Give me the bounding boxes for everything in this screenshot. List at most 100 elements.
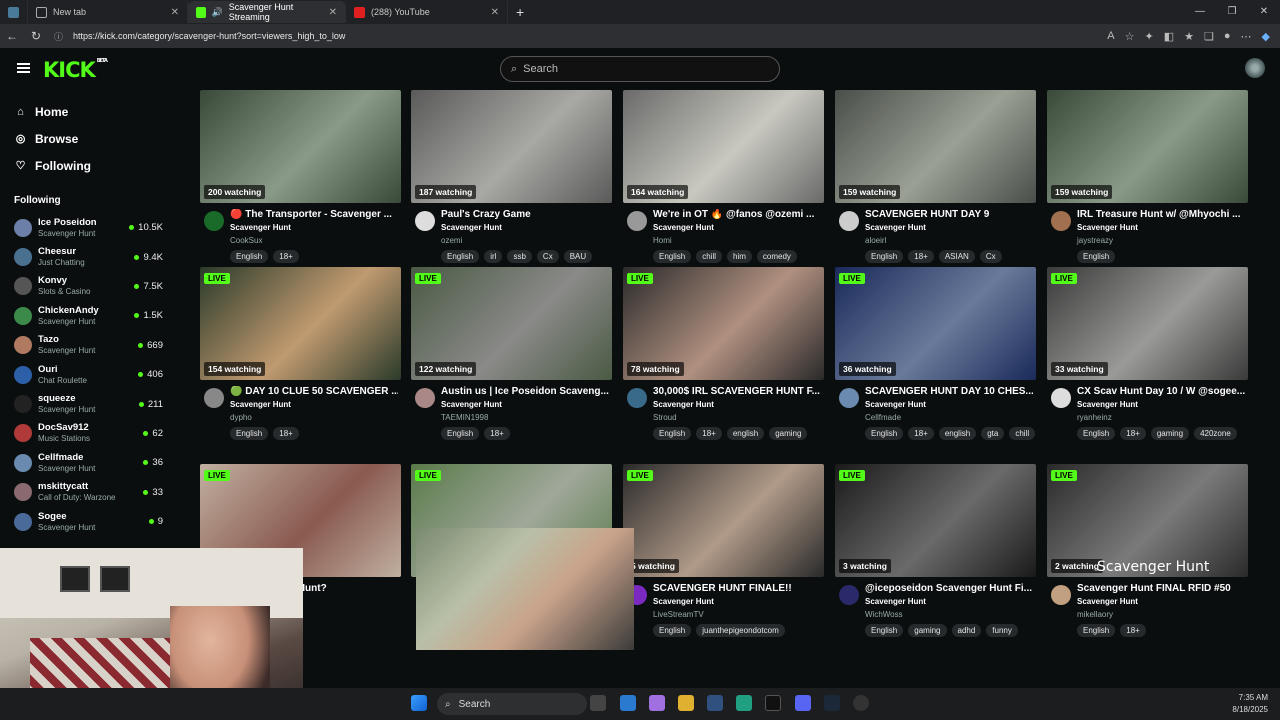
browser-tab-kick[interactable]: 🔊 Scavenger Hunt Streaming ✕ (188, 1, 346, 23)
stream-thumbnail[interactable]: LIVE 3 watching (835, 464, 1036, 577)
stream-channel[interactable]: Cellfmade (865, 413, 901, 422)
close-icon[interactable]: ✕ (329, 7, 337, 18)
channel-avatar[interactable] (1051, 585, 1071, 605)
edge-active-icon[interactable] (736, 695, 752, 711)
tiktok-icon[interactable] (765, 695, 781, 711)
channel-avatar[interactable] (415, 211, 435, 231)
stream-tag[interactable]: English (865, 624, 904, 637)
stream-thumbnail[interactable]: 164 watching (623, 90, 824, 203)
stream-tag[interactable]: English (653, 250, 692, 263)
stream-tag[interactable]: english (938, 427, 977, 440)
following-channel[interactable]: ChickenAndy Scavenger Hunt 1.5K (3, 301, 179, 330)
store-icon[interactable] (707, 695, 723, 711)
stream-card[interactable]: LIVE 122 watching Austin us | Ice Poseid… (411, 267, 612, 448)
stream-tag[interactable]: 420zone (1194, 427, 1237, 440)
stream-tag[interactable]: English (441, 427, 480, 440)
obs-icon[interactable] (853, 695, 869, 711)
stream-title[interactable]: CX Scav Hunt Day 10 / W @sogee... (1077, 386, 1245, 397)
system-tray-clock[interactable]: 7:35 AM 8/18/2025 (1232, 692, 1268, 716)
url-field[interactable]: https://kick.com/category/scavenger-hunt… (73, 31, 345, 41)
stream-tag[interactable]: ASIAN (938, 250, 975, 263)
stream-title[interactable]: 30,000$ IRL SCAVENGER HUNT F... (653, 386, 821, 397)
browser-tab-youtube[interactable]: (288) YouTube ✕ (346, 1, 508, 23)
following-channel[interactable]: Ice Poseidon Scavenger Hunt 10.5K (3, 213, 179, 242)
stream-category[interactable]: Scavenger Hunt (1077, 400, 1138, 409)
stream-tag[interactable]: English (1077, 624, 1116, 637)
channel-avatar[interactable] (839, 211, 859, 231)
following-channel[interactable]: squeeze Scavenger Hunt 211 (3, 389, 179, 418)
stream-title[interactable]: We're in OT 🔥 @fanos @ozemi ... (653, 209, 821, 220)
stream-title[interactable]: SCAVENGER HUNT DAY 10 CHES... (865, 386, 1033, 397)
stream-title[interactable]: @iceposeidon Scavenger Hunt Fi... (865, 583, 1033, 594)
following-channel[interactable]: DocSav912 Music Stations 62 (3, 419, 179, 448)
stream-tag[interactable]: english (726, 427, 765, 440)
following-channel[interactable]: Sogee Scavenger Hunt 9 (3, 507, 179, 536)
stream-thumbnail[interactable]: LIVE 36 watching (835, 267, 1036, 380)
copilot-icon[interactable]: ◆ (1262, 30, 1270, 43)
profile-icon[interactable]: ● (1224, 30, 1231, 43)
stream-tag[interactable]: English (653, 427, 692, 440)
stream-category[interactable]: Scavenger Hunt (1077, 597, 1138, 606)
stream-card[interactable]: 187 watching Paul's Crazy Game Scavenger… (411, 90, 612, 271)
stream-category[interactable]: Scavenger Hunt (653, 400, 714, 409)
stream-tag[interactable]: English (865, 250, 904, 263)
close-icon[interactable]: ✕ (171, 7, 179, 18)
split-screen-icon[interactable]: ◧ (1164, 30, 1174, 43)
task-view-icon[interactable] (590, 695, 606, 711)
sidebar-item-browse[interactable]: ◎ Browse (3, 125, 179, 152)
stream-tag[interactable]: 18+ (908, 427, 934, 440)
browser-tab-pinned[interactable] (0, 1, 28, 23)
channel-avatar[interactable] (1051, 211, 1071, 231)
speaker-icon[interactable]: 🔊 (212, 7, 223, 18)
stream-card[interactable]: LIVE 154 watching 🟢 DAY 10 CLUE 50 SCAVE… (200, 267, 401, 448)
browser-tab-new-tab[interactable]: New tab ✕ (28, 1, 188, 23)
stream-title[interactable]: SCAVENGER HUNT DAY 9 (865, 209, 1033, 220)
stream-category[interactable]: Scavenger Hunt (230, 223, 291, 232)
stream-category[interactable]: Scavenger Hunt (653, 223, 714, 232)
stream-title[interactable]: Scavenger Hunt FINAL RFID #50 (1077, 583, 1245, 594)
stream-tag[interactable]: ssb (507, 250, 532, 263)
sidebar-item-home[interactable]: ⌂ Home (3, 98, 179, 125)
maximize-icon[interactable]: ❐ (1216, 0, 1248, 24)
stream-thumbnail[interactable]: LIVE 122 watching (411, 267, 612, 380)
stream-channel[interactable]: TAEMIN1998 (441, 413, 488, 422)
stream-thumbnail[interactable]: 200 watching (200, 90, 401, 203)
minimize-icon[interactable]: — (1184, 0, 1216, 24)
stream-thumbnail[interactable]: LIVE 33 watching (1047, 267, 1248, 380)
back-icon[interactable]: ← (0, 29, 24, 43)
favorite-icon[interactable]: ☆ (1125, 30, 1135, 43)
stream-thumbnail[interactable]: 159 watching (1047, 90, 1248, 203)
stream-tag[interactable]: 18+ (1120, 427, 1146, 440)
stream-card[interactable]: 164 watching We're in OT 🔥 @fanos @ozemi… (623, 90, 824, 271)
stream-title[interactable]: 🟢 DAY 10 CLUE 50 SCAVENGER ... (230, 386, 398, 397)
stream-tag[interactable]: gta (981, 427, 1005, 440)
stream-tag[interactable]: adhd (951, 624, 982, 637)
stream-tag[interactable]: English (653, 624, 692, 637)
collections-icon[interactable]: ❏ (1204, 30, 1214, 43)
stream-thumbnail[interactable]: LIVE 78 watching (623, 267, 824, 380)
stream-card[interactable]: LIVE 36 watching SCAVENGER HUNT DAY 10 C… (835, 267, 1036, 448)
stream-tag[interactable]: chill (696, 250, 723, 263)
sidebar-item-following[interactable]: ♡ Following (3, 152, 179, 179)
stream-thumbnail[interactable]: LIVE 154 watching (200, 267, 401, 380)
following-channel[interactable]: Cellfmade Scavenger Hunt 36 (3, 448, 179, 477)
read-aloud-icon[interactable]: A (1107, 30, 1114, 43)
steam-icon[interactable] (824, 695, 840, 711)
stream-category[interactable]: Scavenger Hunt (865, 223, 926, 232)
stream-channel[interactable]: ozemi (441, 236, 462, 245)
stream-channel[interactable]: CookSux (230, 236, 262, 245)
copilot-app-icon[interactable] (649, 695, 665, 711)
stream-tag[interactable]: English (441, 250, 480, 263)
stream-channel[interactable]: mikellaory (1077, 610, 1113, 619)
stream-tag[interactable]: him (727, 250, 752, 263)
close-window-icon[interactable]: ✕ (1248, 0, 1280, 24)
stream-tag[interactable]: gaming (769, 427, 808, 440)
channel-avatar[interactable] (839, 388, 859, 408)
stream-card[interactable]: LIVE 78 watching 30,000$ IRL SCAVENGER H… (623, 267, 824, 448)
stream-tag[interactable]: comedy (756, 250, 797, 263)
stream-channel[interactable]: Homi (653, 236, 672, 245)
stream-tag[interactable]: gaming (908, 624, 947, 637)
stream-tag[interactable]: English (1077, 250, 1116, 263)
stream-card[interactable]: LIVE 2 watching Scavenger Hunt Scavenger… (1047, 464, 1248, 645)
stream-thumbnail[interactable]: 159 watching (835, 90, 1036, 203)
